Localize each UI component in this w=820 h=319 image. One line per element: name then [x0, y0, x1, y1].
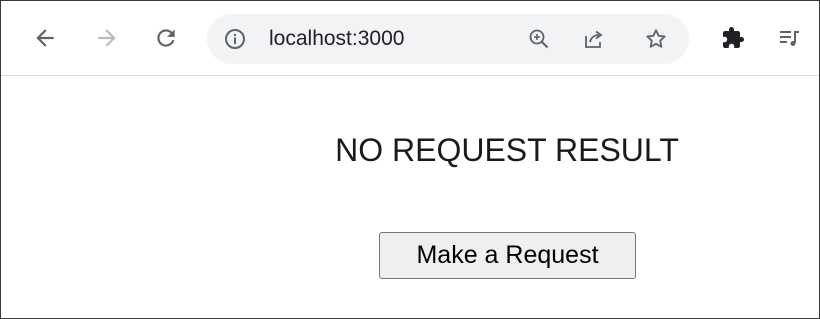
media-queue-icon[interactable]	[777, 26, 801, 50]
forward-button[interactable]	[91, 22, 123, 54]
arrow-left-icon	[32, 25, 58, 51]
info-circle-icon[interactable]	[223, 27, 247, 51]
browser-toolbar: localhost:3000	[1, 1, 819, 76]
share-icon[interactable]	[582, 27, 606, 51]
address-url[interactable]: localhost:3000	[269, 28, 404, 50]
reload-icon	[153, 25, 179, 51]
zoom-in-icon[interactable]	[527, 27, 551, 51]
reload-button[interactable]	[150, 22, 182, 54]
puzzle-icon[interactable]	[721, 26, 745, 50]
browser-window: localhost:3000 NO REQUEST RESULT Make a …	[0, 0, 820, 319]
star-icon[interactable]	[644, 27, 668, 51]
request-result-text: NO REQUEST RESULT	[335, 132, 679, 168]
back-button[interactable]	[29, 22, 61, 54]
page-content: NO REQUEST RESULT Make a Request	[1, 76, 819, 318]
address-bar[interactable]: localhost:3000	[207, 14, 689, 64]
arrow-right-icon	[94, 25, 120, 51]
make-request-button[interactable]: Make a Request	[379, 232, 636, 279]
